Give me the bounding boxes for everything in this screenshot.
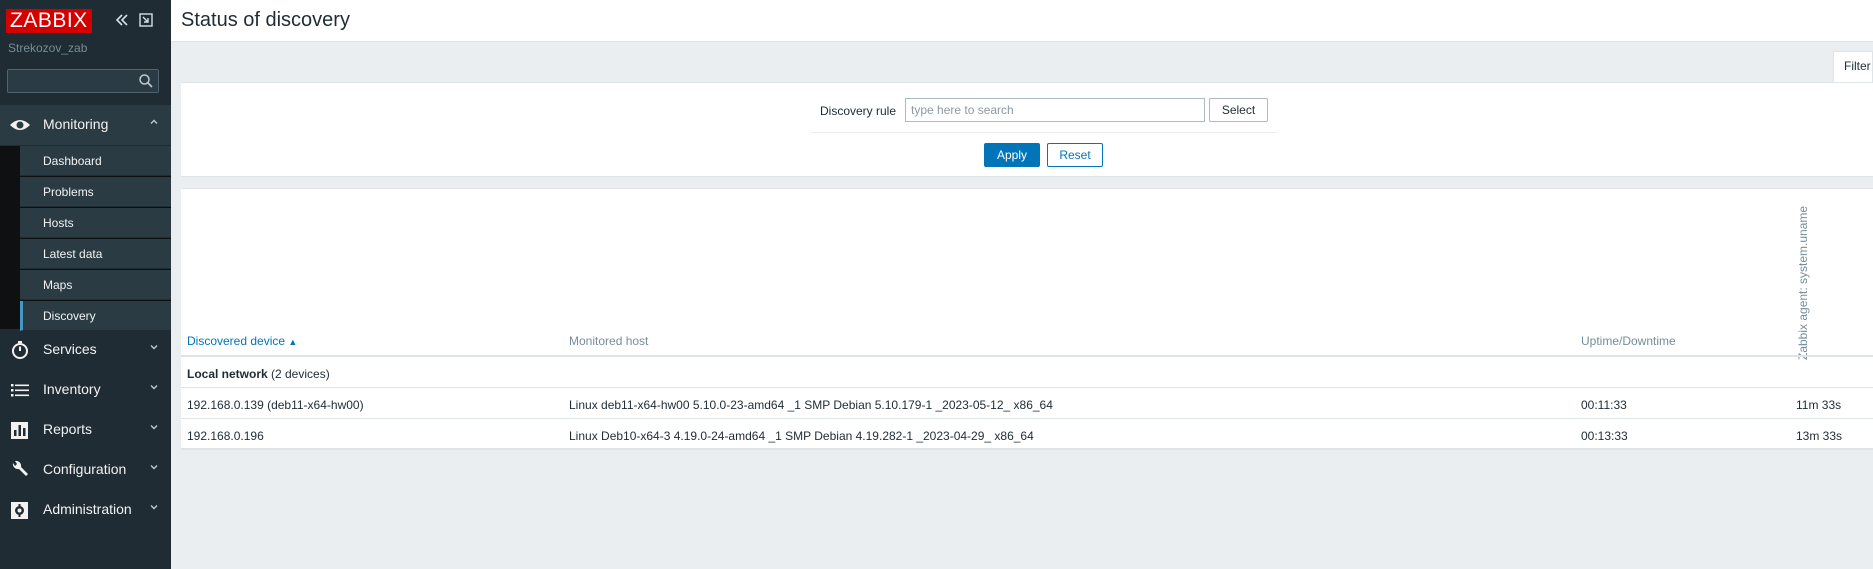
filter-tab[interactable]: Filter	[1833, 51, 1873, 83]
sidebar-item-dashboard[interactable]: Dashboard	[20, 146, 171, 176]
menu-reports-label: Reports	[43, 421, 93, 437]
monitoring-submenu: Dashboard Problems Hosts Latest data Map…	[0, 146, 171, 331]
sidebar-search-input[interactable]	[8, 70, 133, 92]
discovered-device-cell: 192.168.0.196	[187, 429, 264, 443]
group-device-count: (2 devices)	[271, 367, 330, 381]
check-value-cell: 13m 33s	[1796, 429, 1843, 443]
chevron-down-icon	[149, 422, 159, 435]
wrench-icon	[9, 460, 31, 480]
menu-administration-label: Administration	[43, 501, 132, 517]
discovered-device-cell: 192.168.0.139 (deb11-x64-hw00)	[187, 398, 364, 412]
list-icon	[9, 380, 31, 400]
zabbix-logo[interactable]: ZABBIX	[6, 9, 92, 33]
chevron-up-icon	[149, 117, 159, 130]
apply-button[interactable]: Apply	[984, 143, 1040, 167]
menu-services[interactable]: Services	[0, 330, 171, 370]
column-header-discovered-device-label: Discovered device	[187, 334, 286, 348]
menu-monitoring-label: Monitoring	[43, 116, 109, 132]
menu-administration[interactable]: Administration	[0, 490, 171, 530]
column-header-monitored-host: Monitored host	[569, 334, 649, 348]
page-title: Status of discovery	[181, 9, 350, 31]
uptime-cell: 00:13:33	[1581, 429, 1628, 443]
sidebar-item-maps[interactable]: Maps	[20, 270, 171, 300]
bar-chart-icon	[9, 420, 31, 440]
sidebar: ZABBIX Strekozov_zab Monitoring Dashboar…	[0, 0, 171, 569]
sidebar-item-hosts[interactable]: Hosts	[20, 208, 171, 238]
column-header-discovered-device[interactable]: Discovered device ▲	[187, 334, 297, 348]
search-icon[interactable]	[138, 73, 154, 89]
table-row: 192.168.0.139 (deb11-x64-hw00) Linux deb…	[181, 388, 1873, 419]
chevron-down-icon	[149, 382, 159, 395]
column-header-uptime-downtime: Uptime/Downtime	[1581, 334, 1676, 348]
chevron-down-icon	[149, 342, 159, 355]
page-header: Status of discovery	[171, 0, 1873, 42]
sidebar-item-problems[interactable]: Problems	[20, 177, 171, 207]
monitored-host-cell: Linux deb11-x64-hw00 5.10.0-23-amd64 _1 …	[569, 398, 1053, 412]
table-row: 192.168.0.196 Linux Deb10-x64-3 4.19.0-2…	[181, 419, 1873, 450]
group-row: Local network (2 devices)	[181, 357, 1873, 388]
discovery-table: Discovered device ▲ Monitored host Uptim…	[181, 188, 1873, 450]
discovery-rule-input[interactable]	[905, 98, 1205, 122]
sidebar-item-latest-data[interactable]: Latest data	[20, 239, 171, 269]
check-value-cell: 11m 33s	[1796, 398, 1842, 412]
sort-ascending-icon: ▲	[288, 337, 298, 347]
filter-panel: Discovery rule Select Apply Reset	[181, 82, 1873, 177]
reset-button[interactable]: Reset	[1047, 143, 1103, 167]
menu-configuration-label: Configuration	[43, 461, 127, 477]
menu-inventory[interactable]: Inventory	[0, 370, 171, 410]
select-button[interactable]: Select	[1209, 98, 1268, 122]
kiosk-mode-icon[interactable]	[137, 11, 155, 29]
stopwatch-icon	[9, 340, 31, 360]
menu-reports[interactable]: Reports	[0, 410, 171, 450]
monitored-host-cell: Linux Deb10-x64-3 4.19.0-24-amd64 _1 SMP…	[569, 429, 1034, 443]
column-header-check-label: Zabbix agent: system.uname	[1796, 205, 1810, 360]
group-name: Local network	[187, 367, 268, 381]
filter-divider	[810, 132, 1277, 133]
column-header-check: Zabbix agent: system.uname	[1796, 195, 1812, 360]
menu-configuration[interactable]: Configuration	[0, 450, 171, 490]
menu-inventory-label: Inventory	[43, 381, 101, 397]
discovery-rule-label: Discovery rule	[820, 104, 897, 118]
menu-services-label: Services	[43, 341, 97, 357]
gear-icon	[9, 500, 31, 520]
collapse-sidebar-icon[interactable]	[113, 11, 131, 29]
chevron-down-icon	[149, 462, 159, 475]
menu-monitoring[interactable]: Monitoring	[0, 105, 171, 145]
server-name: Strekozov_zab	[8, 41, 88, 55]
sidebar-search	[7, 69, 159, 93]
eye-icon	[9, 115, 31, 135]
chevron-down-icon	[149, 502, 159, 515]
sidebar-item-discovery[interactable]: Discovery	[20, 301, 171, 331]
uptime-cell: 00:11:33	[1581, 398, 1627, 412]
